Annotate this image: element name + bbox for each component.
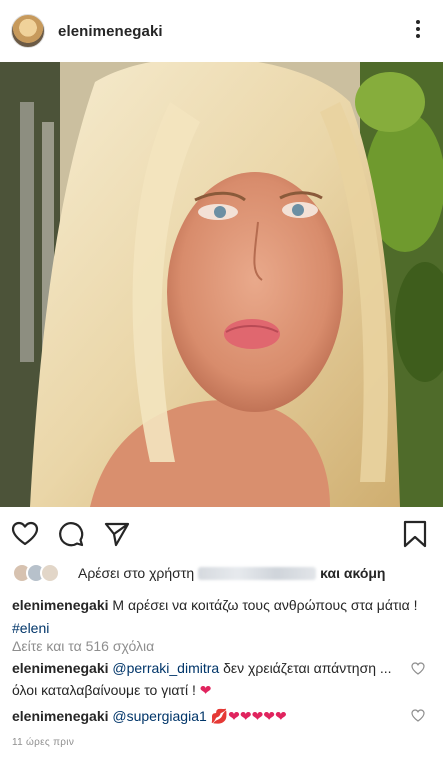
caption-hashtag[interactable]: #eleni <box>12 620 49 636</box>
caption-username[interactable]: elenimenegaki <box>12 597 109 613</box>
avatar[interactable] <box>11 14 45 48</box>
comment-mention[interactable]: @supergiagia1 <box>112 708 206 724</box>
comment-emoji: 💋❤❤❤❤❤ <box>210 708 287 724</box>
post-photo[interactable] <box>0 62 443 507</box>
comment-mention[interactable]: @perraki_dimitra <box>112 660 219 676</box>
photo-illustration <box>0 62 443 507</box>
likes-suffix[interactable]: και ακόμη <box>320 565 385 581</box>
post-header: elenimenegaki <box>0 0 443 62</box>
comment-like-heart-icon[interactable] <box>411 662 425 675</box>
comment-like-heart-icon[interactable] <box>411 709 425 722</box>
caption-text: Μ αρέσει να κοιτάζω τους ανθρώπους στα μ… <box>112 597 418 613</box>
heart-icon[interactable] <box>11 520 39 548</box>
comment-emoji: ❤ <box>199 682 212 698</box>
action-bar <box>0 507 443 559</box>
post-caption: elenimenegaki Μ αρέσει να κοιτάζω τους α… <box>12 594 432 640</box>
comment-item: elenimenegaki @perraki_dimitra δεν χρειά… <box>12 657 404 701</box>
comment-username[interactable]: elenimenegaki <box>12 660 109 676</box>
comment-item: elenimenegaki @supergiagia1 💋❤❤❤❤❤ <box>12 705 404 727</box>
likes-row[interactable]: Αρέσει στο χρήστη και ακόμη <box>12 562 386 584</box>
comment-icon[interactable] <box>57 520 85 548</box>
comment-username[interactable]: elenimenegaki <box>12 708 109 724</box>
share-icon[interactable] <box>103 520 131 548</box>
blurred-username <box>198 566 317 580</box>
liker-avatars <box>12 563 64 583</box>
post-timestamp: 11 ώρες πριν <box>12 737 75 748</box>
post-username[interactable]: elenimenegaki <box>58 23 163 40</box>
view-all-comments-link[interactable]: Δείτε και τα 516 σχόλια <box>12 638 154 654</box>
likes-prefix: Αρέσει στο χρήστη <box>78 565 195 581</box>
more-vertical-icon[interactable] <box>415 20 421 40</box>
bookmark-icon[interactable] <box>401 520 429 548</box>
